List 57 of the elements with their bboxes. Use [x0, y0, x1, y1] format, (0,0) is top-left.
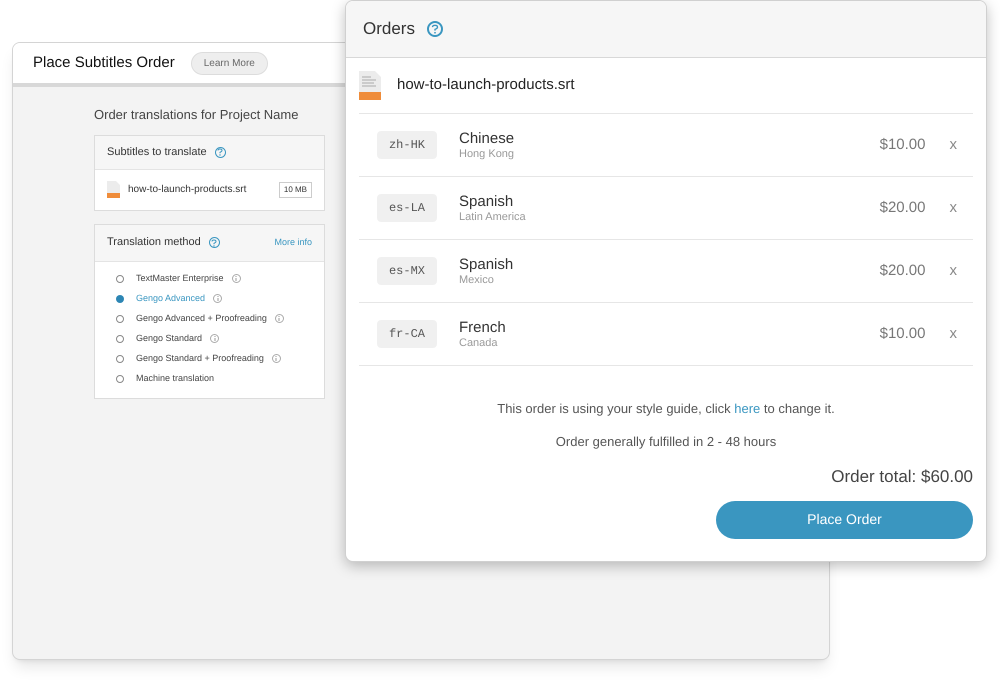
radio-button[interactable] [116, 314, 124, 322]
region-name: Mexico [459, 274, 495, 286]
option-label[interactable]: Gengo Advanced + Proofreading [136, 312, 267, 326]
price: $20.00 [880, 260, 926, 281]
radio-button[interactable] [116, 274, 124, 282]
card-title: Subtitles to translate [107, 144, 207, 160]
option-label[interactable]: Machine translation [136, 372, 214, 386]
remove-button[interactable]: x [950, 134, 957, 156]
option-label[interactable]: Gengo Standard [136, 332, 202, 346]
help-icon[interactable] [426, 21, 443, 37]
window-title: Place Subtitles Order [33, 52, 175, 73]
info-icon[interactable] [210, 334, 220, 343]
turnaround-text: Order generally fulfilled in 2 - 48 hours [554, 432, 778, 451]
card-title: Translation method [107, 235, 201, 250]
language-code: es-LA [377, 194, 437, 222]
change-style-guide-link[interactable]: here [734, 401, 760, 416]
language-code: es-MX [377, 257, 437, 285]
option-label[interactable]: Gengo Advanced [136, 292, 206, 306]
radio-button[interactable] [116, 334, 124, 342]
language-name: Spanish [459, 256, 514, 274]
price: $20.00 [880, 198, 926, 218]
price: $10.00 [880, 324, 926, 344]
language-name: French [459, 318, 507, 336]
language-code: zh-HK [377, 131, 437, 159]
file-size: 10 MB [278, 182, 312, 198]
info-icon[interactable] [232, 274, 241, 283]
page-heading: Order translations for Project Name [94, 106, 300, 124]
region-name: Latin America [459, 210, 527, 224]
region-name: Hong Kong [459, 148, 516, 160]
language-name: Spanish [459, 192, 514, 210]
language-code: fr-CA [377, 320, 437, 348]
price: $10.00 [880, 134, 926, 155]
panel-title: Orders [363, 18, 415, 40]
radio-button[interactable] [116, 374, 124, 382]
option-label[interactable]: TextMaster Enterprise [136, 272, 224, 286]
file-name: how-to-launch-products.srt [128, 183, 248, 197]
style-guide-note: This order is using your style guide, click here to change it. [496, 400, 836, 418]
remove-button[interactable]: x [950, 196, 957, 220]
info-icon[interactable] [274, 314, 284, 323]
info-icon[interactable] [272, 354, 281, 363]
more-info-link[interactable]: More info [274, 236, 312, 250]
remove-button[interactable]: x [950, 260, 957, 282]
help-icon[interactable] [208, 237, 220, 248]
radio-button[interactable] [116, 354, 124, 362]
learn-more-button[interactable]: Learn More [190, 52, 268, 74]
radio-button[interactable] [116, 294, 124, 302]
info-icon[interactable] [213, 294, 222, 303]
language-name: Chinese [459, 130, 516, 148]
help-icon[interactable] [214, 146, 226, 158]
remove-button[interactable]: x [950, 322, 957, 346]
srt-file-icon [107, 181, 120, 198]
place-order-button[interactable]: Place Order [716, 500, 973, 538]
region-name: Canada [459, 336, 499, 350]
srt-file-icon [359, 71, 381, 100]
order-total: Order total: $60.00 [831, 466, 973, 488]
file-name: how-to-launch-products.srt [397, 75, 575, 96]
option-label[interactable]: Gengo Standard + Proofreading [136, 352, 264, 366]
